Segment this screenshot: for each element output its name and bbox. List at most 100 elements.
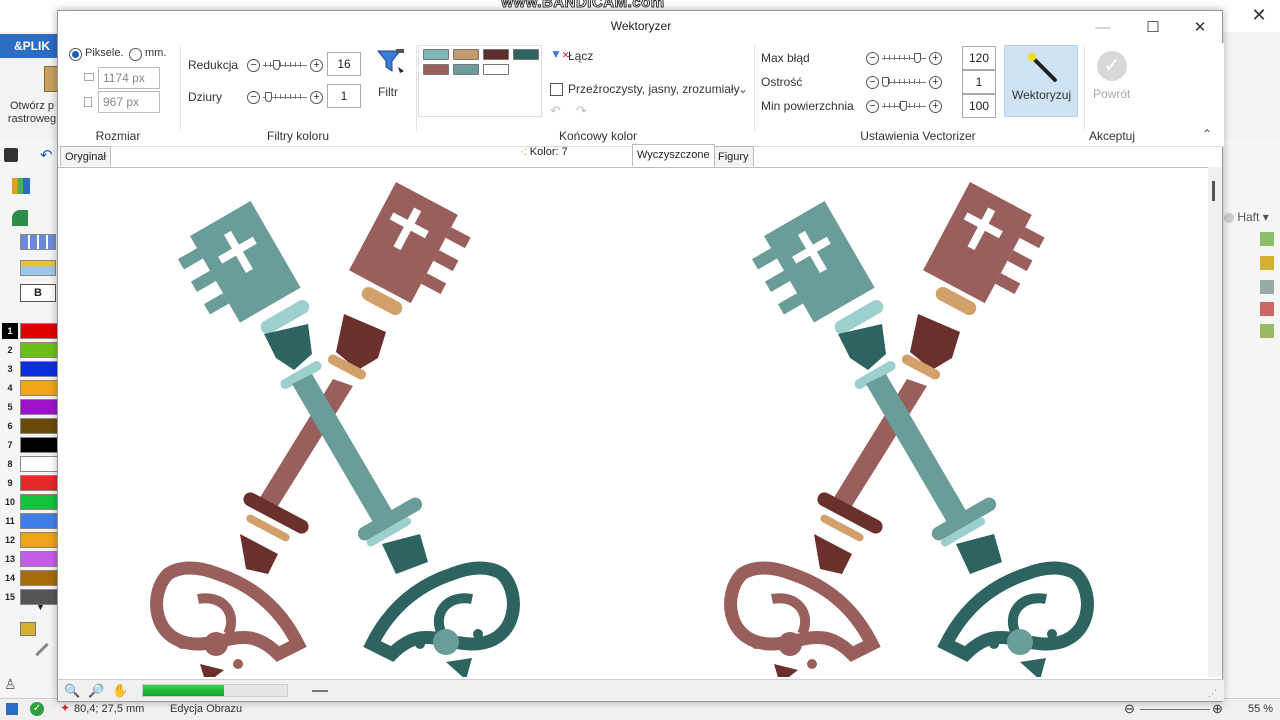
palette-row[interactable]: 5 xyxy=(0,398,58,416)
back-button[interactable]: ✓ Powrót xyxy=(1090,47,1136,109)
palette-swatch[interactable] xyxy=(20,551,58,567)
palette-row[interactable]: 11 xyxy=(0,512,58,530)
preview-canvas[interactable] xyxy=(58,167,1208,677)
shapes-tool-icon[interactable] xyxy=(12,210,28,226)
scrollbar-thumb[interactable] xyxy=(1212,181,1215,201)
vectorize-button[interactable]: Wektoryzuj xyxy=(1004,45,1078,117)
tab-figures[interactable]: Figury xyxy=(713,146,754,166)
embroidery-tool-icon-3[interactable] xyxy=(1260,280,1274,294)
palette-swatch[interactable] xyxy=(20,456,58,472)
save-icon[interactable] xyxy=(4,148,18,162)
zoom-in-icon[interactable]: ⊕ xyxy=(1212,701,1223,717)
palette-swatch[interactable] xyxy=(20,418,58,434)
palette-row[interactable]: 9 xyxy=(0,474,58,492)
sharpness-minus-icon[interactable]: − xyxy=(866,76,879,89)
filter-button[interactable]: Filtr xyxy=(372,47,410,105)
palette-row[interactable]: 3 xyxy=(0,360,58,378)
height-field[interactable]: 967 px xyxy=(98,91,160,113)
max-error-plus-icon[interactable]: + xyxy=(929,52,942,65)
redo-icon[interactable]: ↷ xyxy=(576,103,587,119)
palette-row[interactable]: 6 xyxy=(0,417,58,435)
host-close-icon[interactable]: ✕ xyxy=(1248,4,1270,26)
embroidery-tool-icon-4[interactable] xyxy=(1260,302,1274,316)
sharpness-value[interactable]: 1 xyxy=(962,70,996,94)
min-area-slider[interactable]: − + xyxy=(866,100,942,114)
undo-icon[interactable]: ↶ xyxy=(40,146,53,164)
open-raster-button[interactable]: Otwórz p rastroweg xyxy=(4,100,60,126)
palette-swatch[interactable] xyxy=(20,323,58,339)
holes-value[interactable]: 1 xyxy=(327,84,361,108)
palette-swatch[interactable] xyxy=(20,475,58,491)
max-error-value[interactable]: 120 xyxy=(962,46,996,70)
max-error-slider[interactable]: − + xyxy=(866,52,942,66)
reduction-slider[interactable]: − + xyxy=(247,59,323,73)
tab-original[interactable]: Oryginał xyxy=(60,146,111,166)
reduction-value[interactable]: 16 xyxy=(327,52,361,76)
palette-swatch[interactable] xyxy=(20,513,58,529)
vertical-scrollbar[interactable] xyxy=(1208,167,1222,677)
sharpness-slider-thumb[interactable] xyxy=(882,77,889,87)
final-color-swatch[interactable] xyxy=(453,64,479,75)
min-area-value[interactable]: 100 xyxy=(962,94,996,118)
mm-radio[interactable] xyxy=(129,48,142,61)
merge-button[interactable]: ▼✕ Łącz xyxy=(548,47,608,65)
pixels-radio[interactable] xyxy=(69,48,82,61)
final-color-swatch[interactable] xyxy=(483,49,509,60)
embroidery-tool-icon-2[interactable] xyxy=(1260,256,1274,270)
holes-minus-icon[interactable]: − xyxy=(247,91,260,104)
width-field[interactable]: 1174 px xyxy=(98,67,160,89)
bold-button[interactable]: B xyxy=(20,284,56,302)
pan-hand-icon[interactable]: ✋ xyxy=(112,683,128,699)
palette-row[interactable]: 13 xyxy=(0,550,58,568)
holes-plus-icon[interactable]: + xyxy=(310,91,323,104)
holes-slider[interactable]: − + xyxy=(247,91,323,105)
pen-tool-icon[interactable] xyxy=(35,642,49,657)
zoom-fit-icon[interactable]: 🔍 xyxy=(64,683,80,699)
tab-cleaned[interactable]: Wyczyszczone xyxy=(632,144,715,166)
max-error-minus-icon[interactable]: − xyxy=(866,52,879,65)
palette-swatch[interactable] xyxy=(20,342,58,358)
min-area-minus-icon[interactable]: − xyxy=(866,100,879,113)
palette-row[interactable]: 15 xyxy=(0,588,58,606)
layout-tool-icon[interactable] xyxy=(20,260,56,276)
minimize-icon[interactable]: — xyxy=(1088,15,1118,41)
palette-swatch[interactable] xyxy=(20,532,58,548)
final-color-swatch[interactable] xyxy=(513,49,539,60)
sharpness-plus-icon[interactable]: + xyxy=(929,76,942,89)
palette-scroll-down-icon[interactable]: ▼ xyxy=(36,602,45,612)
holes-slider-thumb[interactable] xyxy=(265,92,272,102)
final-color-swatch[interactable] xyxy=(483,64,509,75)
maximize-icon[interactable]: ☐ xyxy=(1138,15,1168,41)
collapse-ribbon-icon[interactable]: ⌃ xyxy=(1202,127,1212,141)
max-error-slider-thumb[interactable] xyxy=(914,53,921,63)
min-area-slider-thumb[interactable] xyxy=(900,101,907,111)
color-swatch-area[interactable] xyxy=(418,45,542,117)
zoom-out-icon[interactable]: ⊖ xyxy=(1124,701,1135,717)
chart-tool-icon[interactable] xyxy=(12,178,30,194)
palette-row[interactable]: 10 xyxy=(0,493,58,511)
haft-dropdown[interactable]: Haft ▾ xyxy=(1224,210,1280,228)
palette-row[interactable]: 2 xyxy=(0,341,58,359)
palette-row[interactable]: 4 xyxy=(0,379,58,397)
transparent-checkbox[interactable] xyxy=(550,83,563,96)
open-raster-icon[interactable] xyxy=(44,66,58,92)
zoom-actual-icon[interactable]: 🔎 xyxy=(88,683,104,699)
palette-row[interactable]: 12 xyxy=(0,531,58,549)
zoom-slider[interactable] xyxy=(1140,709,1210,710)
reduction-plus-icon[interactable]: + xyxy=(310,59,323,72)
final-color-swatch[interactable] xyxy=(423,64,449,75)
close-icon[interactable]: ✕ xyxy=(1185,15,1215,41)
fill-tool-icon[interactable] xyxy=(20,622,36,636)
palette-swatch[interactable] xyxy=(20,570,58,586)
palette-row[interactable]: 7 xyxy=(0,436,58,454)
min-area-plus-icon[interactable]: + xyxy=(929,100,942,113)
palette-swatch[interactable] xyxy=(20,494,58,510)
undo-icon[interactable]: ↶ xyxy=(550,103,561,119)
palette-swatch[interactable] xyxy=(20,437,58,453)
reduction-slider-thumb[interactable] xyxy=(273,60,280,70)
sharpness-slider[interactable]: − + xyxy=(866,76,942,90)
grid-tool-icon[interactable] xyxy=(20,234,56,250)
palette-row[interactable]: 8 xyxy=(0,455,58,473)
final-color-swatch[interactable] xyxy=(423,49,449,60)
transparent-dropdown-icon[interactable]: ⌄ xyxy=(738,82,748,96)
